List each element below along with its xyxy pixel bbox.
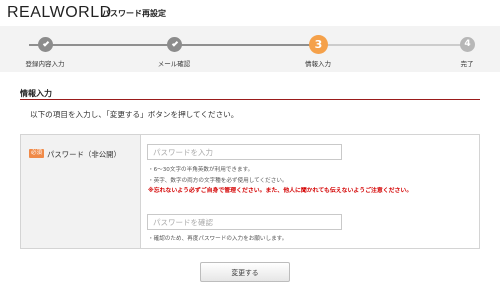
- step-3: 3 情報入力: [273, 26, 363, 72]
- section-divider: [20, 99, 480, 100]
- step-3-number: 3: [309, 35, 328, 54]
- password-charset-note: ・英字、数字の両方の文字種を必ず使用してください。: [148, 178, 288, 184]
- page-title: パスワード再設定: [102, 9, 166, 18]
- section-title: 情報入力: [20, 89, 52, 98]
- header: REALWORLD パスワード再設定: [0, 0, 500, 26]
- password-input[interactable]: [147, 144, 342, 160]
- site-logo[interactable]: REALWORLD: [7, 4, 112, 22]
- step-3-label: 情報入力: [305, 60, 331, 68]
- step-2: メール確認: [129, 26, 219, 72]
- progress-steps: 登録内容入力 メール確認 3 情報入力 4 完了: [0, 26, 500, 72]
- step-1-label: 登録内容入力: [25, 60, 65, 68]
- password-form: 必須 パスワード（非公開） ・6～30文字の半角英数が利用できます。 ・英字、数…: [20, 134, 480, 249]
- step-1-check-icon: [38, 37, 53, 52]
- password-field-label: パスワード（非公開）: [47, 150, 121, 159]
- step-2-label: メール確認: [157, 60, 191, 68]
- step-2-check-icon: [167, 37, 182, 52]
- password-confirm-input[interactable]: [147, 214, 342, 230]
- form-label-cell: 必須 パスワード（非公開）: [21, 135, 141, 248]
- required-badge: 必須: [29, 149, 44, 158]
- password-confirm-note: ・確認のため、再度パスワードの入力をお願いします。: [148, 236, 288, 242]
- submit-change-button[interactable]: 変更する: [200, 262, 290, 282]
- instruction-text: 以下の項目を入力し、「変更する」ボタンを押してください。: [30, 110, 239, 119]
- password-warning-note: ※忘れないよう必ずご自身で管理ください。また、他人に聞かれても伝えないようご注意…: [148, 188, 413, 194]
- step-4: 4 完了: [422, 26, 500, 72]
- step-1: 登録内容入力: [0, 26, 90, 72]
- password-length-note: ・6～30文字の半角英数が利用できます。: [148, 167, 254, 173]
- step-4-number: 4: [460, 37, 475, 52]
- step-4-label: 完了: [460, 60, 474, 68]
